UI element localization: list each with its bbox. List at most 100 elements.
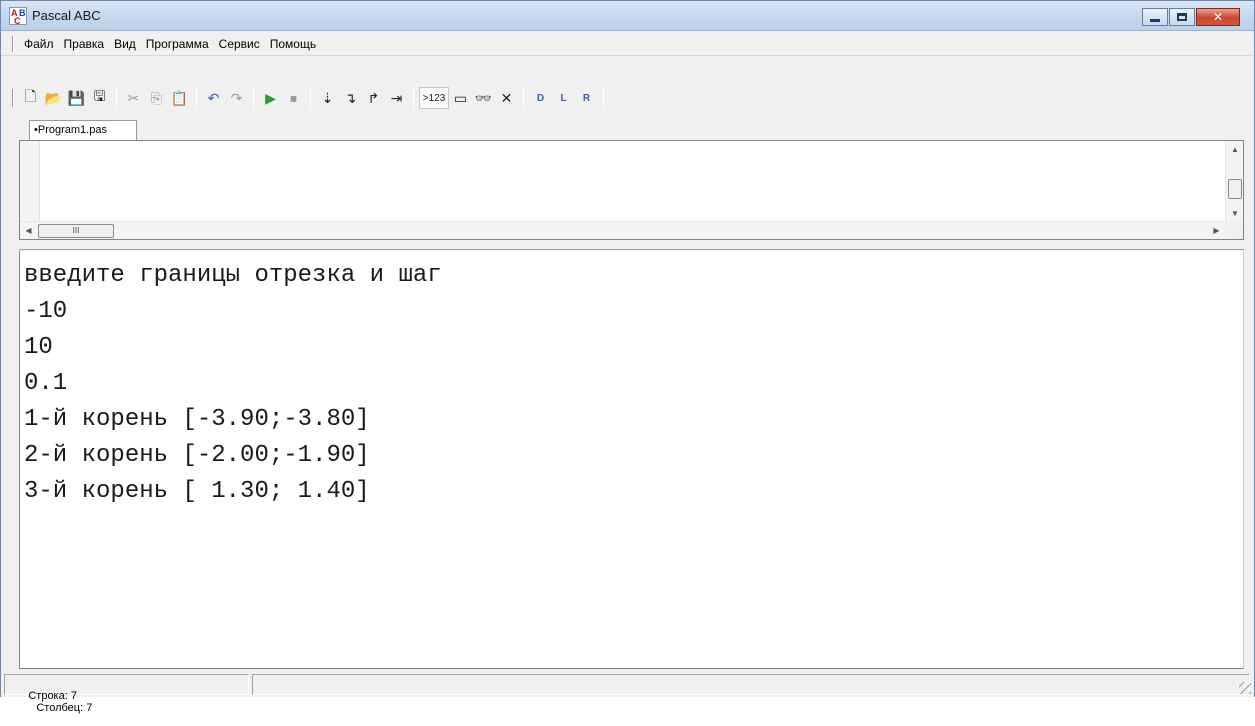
output-line: 1-й корень [-3.90;-3.80] [24, 406, 370, 433]
run-to-cursor-icon: ⇥ [390, 89, 403, 106]
menu-bar: Файл Правка Вид Программа Сервис Помощь [1, 32, 1254, 56]
output-format-icon: >123 [422, 92, 446, 104]
menu-view[interactable]: Вид [109, 37, 141, 51]
watch-icon: 👓 [474, 89, 493, 106]
step-into-icon: ⇣ [321, 89, 334, 106]
output-line: -10 [24, 298, 68, 325]
status-column: Столбец: 7 [36, 702, 93, 714]
toolbar-grip [12, 89, 14, 107]
scroll-left-icon[interactable]: ◀ [20, 222, 37, 240]
delete-icon: ✕ [500, 89, 513, 106]
step-over-icon: ↴ [344, 89, 357, 106]
pane-splitter[interactable] [19, 242, 1244, 250]
run-icon: ▶ [265, 89, 276, 106]
stop-button[interactable]: ⏹ [282, 87, 305, 109]
editor-gutter [20, 141, 40, 221]
toolbar-buttons: 🗋 📂 💾 🖫 ✂ ⎘ 📋 ↶ ↷ ▶ ⏹ ⇣ ↴ ↱ ⇥ >123 ▭ 👓 ✕ [19, 85, 609, 111]
paste-icon: 📋 [170, 89, 189, 106]
toolbar-separator [116, 87, 117, 109]
open-folder-icon: 📂 [44, 89, 63, 106]
menu-edit[interactable]: Правка [59, 37, 110, 51]
paste-button[interactable]: 📋 [168, 87, 191, 109]
scroll-up-icon[interactable]: ▲ [1226, 141, 1244, 158]
code-editor[interactable]: ▲ ▼ ◀ III ▶ [19, 140, 1244, 240]
cut-button[interactable]: ✂ [122, 87, 145, 109]
main-window: ABC Pascal ABC ✕ Файл Правка Вид Програм… [0, 0, 1255, 714]
minimize-icon [1150, 18, 1160, 22]
run-button[interactable]: ▶ [259, 87, 282, 109]
stop-icon: ⏹ [290, 89, 297, 106]
cut-icon: ✂ [127, 89, 140, 106]
save-all-button[interactable]: 🖫 [88, 87, 111, 109]
title-bar[interactable]: ABC Pascal ABC ✕ [1, 1, 1254, 31]
toolbar-separator [253, 87, 254, 109]
new-file-icon: 🗋 [24, 88, 37, 104]
tab-program1[interactable]: •Program1.pas [29, 120, 137, 140]
close-button[interactable]: ✕ [1196, 8, 1240, 26]
output-line: введите границы отрезка и шаг [24, 262, 442, 289]
step-over-button[interactable]: ↴ [339, 87, 362, 109]
status-bar: Строка: 7 Столбец: 7 [1, 671, 1254, 714]
undo-button[interactable]: ↶ [202, 87, 225, 109]
doc-l-button[interactable]: L [552, 87, 575, 109]
window-button[interactable]: ▭ [449, 87, 472, 109]
scroll-down-icon[interactable]: ▼ [1226, 205, 1244, 222]
doc-r-button[interactable]: R [575, 87, 598, 109]
copy-button[interactable]: ⎘ [145, 87, 168, 109]
doc-l-icon: L [560, 92, 567, 104]
output-line: 2-й корень [-2.00;-1.90] [24, 442, 370, 469]
maximize-icon [1177, 13, 1187, 21]
toolbar-separator [413, 87, 414, 109]
step-out-icon: ↱ [367, 89, 380, 106]
step-out-button[interactable]: ↱ [362, 87, 385, 109]
toolbar: 🗋 📂 💾 🖫 ✂ ⎘ 📋 ↶ ↷ ▶ ⏹ ⇣ ↴ ↱ ⇥ >123 ▭ 👓 ✕ [1, 81, 1254, 121]
save-button[interactable]: 💾 [65, 87, 88, 109]
scroll-right-icon[interactable]: ▶ [1208, 222, 1225, 240]
cursor-position-panel: Строка: 7 Столбец: 7 [4, 674, 249, 714]
toolbar-separator [310, 87, 311, 109]
maximize-button[interactable] [1169, 8, 1195, 26]
toolbar-separator [603, 87, 604, 109]
menu-help[interactable]: Помощь [265, 37, 321, 51]
delete-button[interactable]: ✕ [495, 87, 518, 109]
redo-icon: ↷ [230, 89, 243, 106]
caption-buttons: ✕ [1142, 8, 1240, 26]
watch-button[interactable]: 👓 [472, 87, 495, 109]
output-line: 0.1 [24, 370, 68, 397]
toolbar-separator [523, 87, 524, 109]
new-file-button[interactable]: 🗋 [19, 87, 42, 109]
doc-d-icon: D [536, 92, 545, 104]
editor-vertical-scrollbar[interactable]: ▲ ▼ [1225, 141, 1243, 222]
open-file-button[interactable]: 📂 [42, 87, 65, 109]
window-title: Pascal ABC [32, 8, 101, 23]
toolbar-separator [196, 87, 197, 109]
output-format-button[interactable]: >123 [419, 87, 449, 109]
output-window[interactable]: введите границы отрезка и шаг -10 10 0.1… [19, 251, 1244, 669]
run-to-cursor-button[interactable]: ⇥ [385, 87, 408, 109]
undo-icon: ↶ [207, 89, 220, 106]
redo-button[interactable]: ↷ [225, 87, 248, 109]
status-row: Строка: 7 [28, 690, 77, 702]
close-icon: ✕ [1212, 10, 1224, 24]
output-line: 3-й корень [ 1.30; 1.40] [24, 478, 370, 505]
step-into-button[interactable]: ⇣ [316, 87, 339, 109]
status-message-panel [252, 674, 1250, 695]
horizontal-scroll-thumb[interactable]: III [38, 224, 114, 238]
output-line: 10 [24, 334, 53, 361]
app-icon: ABC [9, 7, 27, 25]
menu-file[interactable]: Файл [19, 37, 59, 51]
window-icon: ▭ [453, 89, 468, 106]
menu-program[interactable]: Программа [141, 37, 214, 51]
minimize-button[interactable] [1142, 8, 1168, 26]
copy-icon: ⎘ [150, 89, 163, 106]
menu-grip [12, 36, 14, 52]
vertical-scroll-thumb[interactable] [1228, 179, 1242, 199]
doc-r-icon: R [582, 92, 591, 104]
doc-d-button[interactable]: D [529, 87, 552, 109]
editor-horizontal-scrollbar[interactable]: ◀ III ▶ [20, 221, 1225, 239]
resize-grip-icon[interactable] [1239, 682, 1251, 694]
save-all-icon: 🖫 [93, 88, 106, 104]
save-icon: 💾 [67, 89, 86, 106]
menu-service[interactable]: Сервис [214, 37, 265, 51]
scroll-corner [1225, 221, 1243, 239]
